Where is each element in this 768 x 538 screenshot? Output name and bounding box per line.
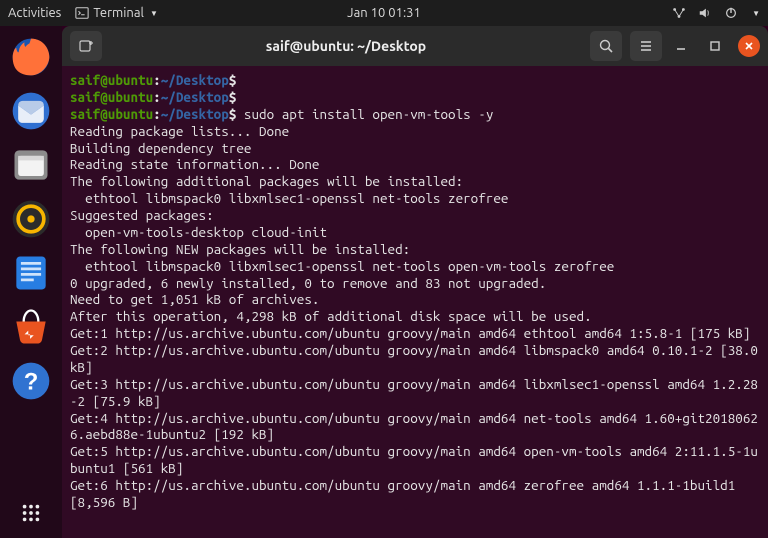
close-button[interactable] bbox=[738, 35, 760, 57]
minimize-button[interactable] bbox=[670, 35, 692, 57]
svg-text:?: ? bbox=[24, 368, 39, 395]
dock-writer[interactable] bbox=[8, 250, 54, 296]
volume-icon[interactable] bbox=[698, 6, 712, 20]
search-button[interactable] bbox=[590, 31, 622, 61]
dock-apps-button[interactable] bbox=[20, 502, 42, 528]
dock-thunderbird[interactable] bbox=[8, 88, 54, 134]
dock-software[interactable] bbox=[8, 304, 54, 350]
clock[interactable]: Jan 10 01:31 bbox=[347, 6, 421, 20]
titlebar: saif@ubuntu: ~/Desktop bbox=[62, 26, 768, 66]
dock-rhythmbox[interactable] bbox=[8, 196, 54, 242]
chevron-down-icon: ▼ bbox=[150, 9, 158, 18]
new-tab-button[interactable] bbox=[70, 31, 102, 61]
app-indicator-label: Terminal bbox=[93, 6, 144, 20]
dock: ? bbox=[0, 26, 62, 538]
hamburger-menu-button[interactable] bbox=[630, 31, 662, 61]
system-menu-chevron-icon[interactable]: ▼ bbox=[752, 9, 760, 18]
terminal-small-icon bbox=[75, 6, 89, 20]
network-icon[interactable] bbox=[672, 6, 686, 20]
power-icon[interactable] bbox=[724, 6, 738, 20]
maximize-button[interactable] bbox=[704, 35, 726, 57]
gnome-topbar: Activities Terminal ▼ Jan 10 01:31 ▼ bbox=[0, 0, 768, 26]
window-title: saif@ubuntu: ~/Desktop bbox=[110, 38, 582, 54]
terminal-window: saif@ubuntu: ~/Desktop saif@ubuntu:~/Des… bbox=[62, 26, 768, 538]
dock-firefox[interactable] bbox=[8, 34, 54, 80]
dock-help[interactable]: ? bbox=[8, 358, 54, 404]
app-indicator[interactable]: Terminal ▼ bbox=[75, 6, 158, 20]
terminal-body[interactable]: saif@ubuntu:~/Desktop$ saif@ubuntu:~/Des… bbox=[62, 66, 768, 538]
activities-button[interactable]: Activities bbox=[8, 6, 61, 20]
dock-files[interactable] bbox=[8, 142, 54, 188]
